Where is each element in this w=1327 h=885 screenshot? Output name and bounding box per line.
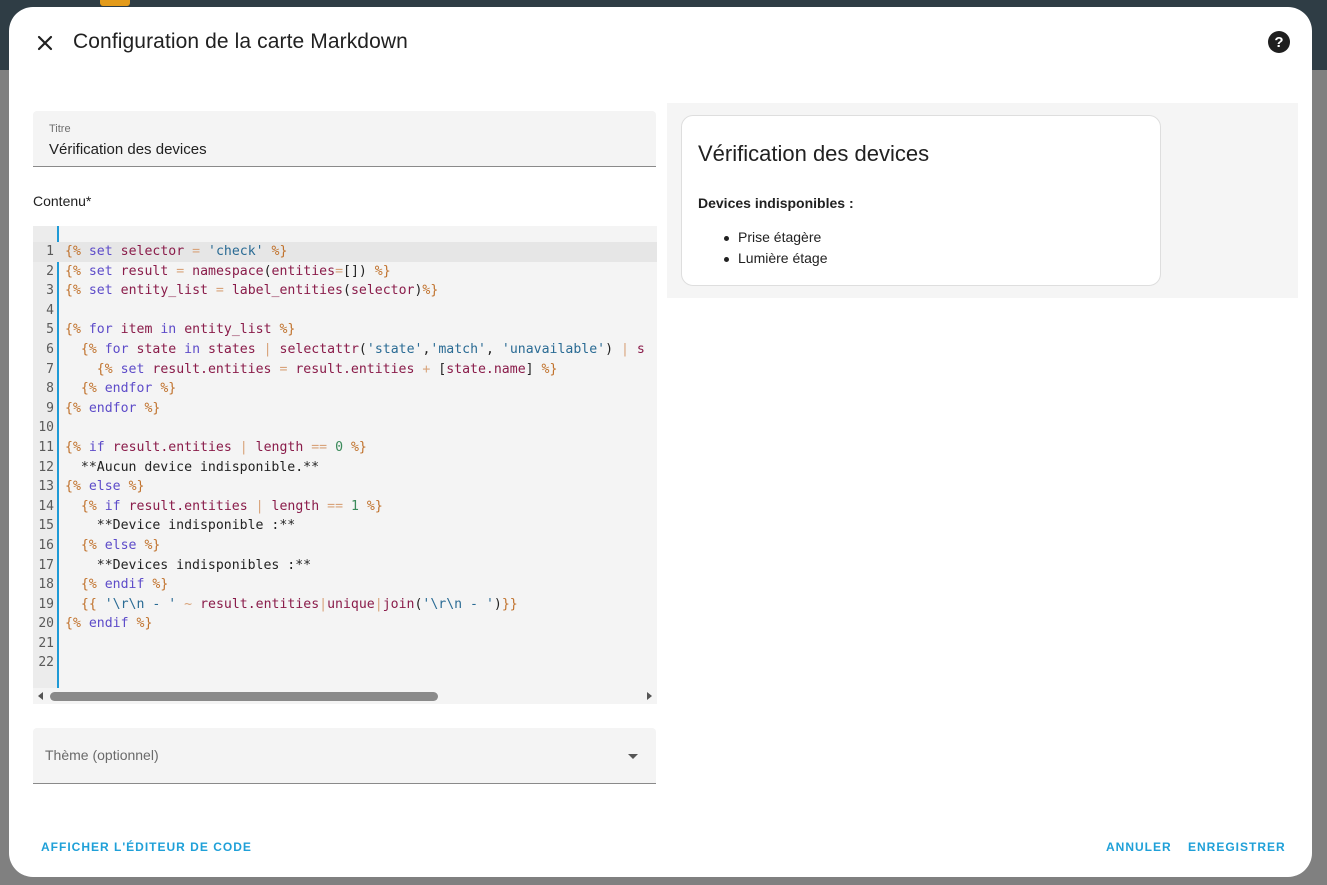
line-number: 4 [46,302,54,318]
line-number: 6 [46,341,54,357]
line-number: 13 [38,479,54,495]
code-text[interactable]: {% set result.entities = result.entities… [65,360,558,380]
code-line[interactable]: 17 **Devices indisponibles :** [33,556,657,576]
line-number: 7 [46,361,54,377]
markdown-card: Vérification des devices Devices indispo… [681,115,1161,286]
code-text[interactable]: {% if result.entities | length == 1 %} [65,497,383,517]
line-number: 11 [38,439,54,455]
help-icon[interactable]: ? [1268,31,1290,53]
code-line[interactable]: 9 {% endfor %} [33,399,657,419]
line-number: 22 [38,655,54,671]
code-text[interactable]: {% endif %} [65,614,152,634]
code-line[interactable]: 20 {% endif %} [33,614,657,634]
code-line[interactable]: 19 {{ '\r\n - ' ~ result.entities|unique… [33,595,657,615]
code-line[interactable]: 1 {% set selector = 'check' %} [33,242,657,262]
scroll-right-arrow-icon[interactable] [647,692,652,700]
code-line[interactable]: 10 [33,418,657,438]
content-label: Contenu* [33,193,92,209]
code-line[interactable]: 3 {% set entity_list = label_entities(sel… [33,281,657,301]
code-text[interactable]: {% if result.entities | length == 0 %} [65,438,367,458]
code-text[interactable]: {% set selector = 'check' %} [65,242,287,262]
code-text[interactable]: {% for state in states | selectattr('sta… [65,340,645,360]
code-line[interactable]: 12 **Aucun device indisponible.** [33,458,657,478]
code-line[interactable]: 22 [33,653,657,673]
code-line[interactable]: 21 [33,634,657,654]
markdown-card-config-dialog: Configuration de la carte Markdown ? Tit… [9,7,1312,877]
show-code-editor-button[interactable]: AFFICHER L'ÉDITEUR DE CODE [41,840,252,854]
help-glyph: ? [1274,33,1284,51]
code-line[interactable]: 14 {% if result.entities | length == 1 %… [33,497,657,517]
code-line[interactable]: 4 [33,301,657,321]
code-line[interactable]: 8 {% endfor %} [33,379,657,399]
title-input-label: Titre [49,123,71,135]
line-number: 14 [38,498,54,514]
line-number: 1 [46,244,54,259]
code-text[interactable]: {% for item in entity_list %} [65,320,295,340]
line-number: 9 [46,400,54,416]
line-number: 16 [38,537,54,553]
code-line[interactable]: 6 {% for state in states | selectattr('s… [33,340,657,360]
code-text[interactable]: {{ '\r\n - ' ~ result.entities|unique|jo… [65,595,518,615]
line-number: 2 [46,263,54,279]
code-text[interactable]: {% endfor %} [65,399,160,419]
line-number: 8 [46,381,54,397]
code-text[interactable]: **Device indisponible :** [65,516,296,536]
line-number: 17 [38,557,54,573]
code-line[interactable]: 13 {% else %} [33,477,657,497]
code-line[interactable]: 5 {% for item in entity_list %} [33,320,657,340]
code-text[interactable]: {% endfor %} [65,379,176,399]
line-number: 15 [38,518,54,534]
code-text[interactable]: {% else %} [65,477,144,497]
line-number: 12 [38,459,54,475]
code-text[interactable]: {% set entity_list = label_entities(sele… [65,281,438,301]
line-number: 21 [38,635,54,651]
line-number: 20 [38,616,54,632]
device-list: Prise étagère Lumière étage [698,227,828,269]
theme-select-placeholder: Thème (optionnel) [45,747,159,763]
code-line[interactable]: 18 {% endif %} [33,575,657,595]
horizontal-scrollbar[interactable] [33,688,657,704]
markdown-card-title: Vérification des devices [698,141,930,166]
dialog-header: Configuration de la carte Markdown ? [9,7,1312,79]
close-icon[interactable] [31,29,59,57]
card-preview: Vérification des devices Devices indispo… [667,103,1298,298]
code-line[interactable]: 11 {% if result.entities | length == 0 %} [33,438,657,458]
line-number: 5 [46,322,54,338]
line-number: 18 [38,577,54,593]
save-button[interactable]: ENREGISTRER [1188,840,1286,854]
code-line[interactable]: 16 {% else %} [33,536,657,556]
app-logo-fragment [100,0,130,6]
title-input[interactable]: Titre Vérification des devices [33,111,656,167]
scroll-left-arrow-icon[interactable] [38,692,43,700]
dialog-title: Configuration de la carte Markdown [73,30,408,53]
code-line[interactable]: 15 **Device indisponible :** [33,516,657,536]
title-input-value[interactable]: Vérification des devices [49,141,207,158]
line-number: 19 [38,596,54,612]
code-text[interactable]: {% endif %} [65,575,168,595]
code-text[interactable]: {% else %} [65,536,160,556]
code-text[interactable]: **Aucun device indisponible.** [65,458,319,478]
code-editor[interactable]: 1 {% set selector = 'check' %} 2 {% set res… [33,226,657,704]
code-line[interactable]: 7 {% set result.entities = result.entiti… [33,360,657,380]
cancel-button[interactable]: ANNULER [1106,840,1172,854]
scrollbar-thumb[interactable] [50,692,438,701]
code-lines[interactable]: 1 {% set selector = 'check' %} 2 {% set res… [33,242,657,673]
code-text[interactable]: **Devices indisponibles :** [65,556,311,576]
list-item: Prise étagère [698,227,828,248]
list-item: Lumière étage [698,248,828,269]
dropdown-arrow-icon [628,754,638,759]
theme-select[interactable]: Thème (optionnel) [33,728,656,784]
line-number: 10 [38,420,54,436]
code-line[interactable]: 2 {% set result = namespace(entities=[]) … [33,262,657,282]
markdown-heading: Devices indisponibles : [698,195,854,211]
line-number: 3 [46,283,54,299]
code-text[interactable]: {% set result = namespace(entities=[]) %… [65,262,391,282]
